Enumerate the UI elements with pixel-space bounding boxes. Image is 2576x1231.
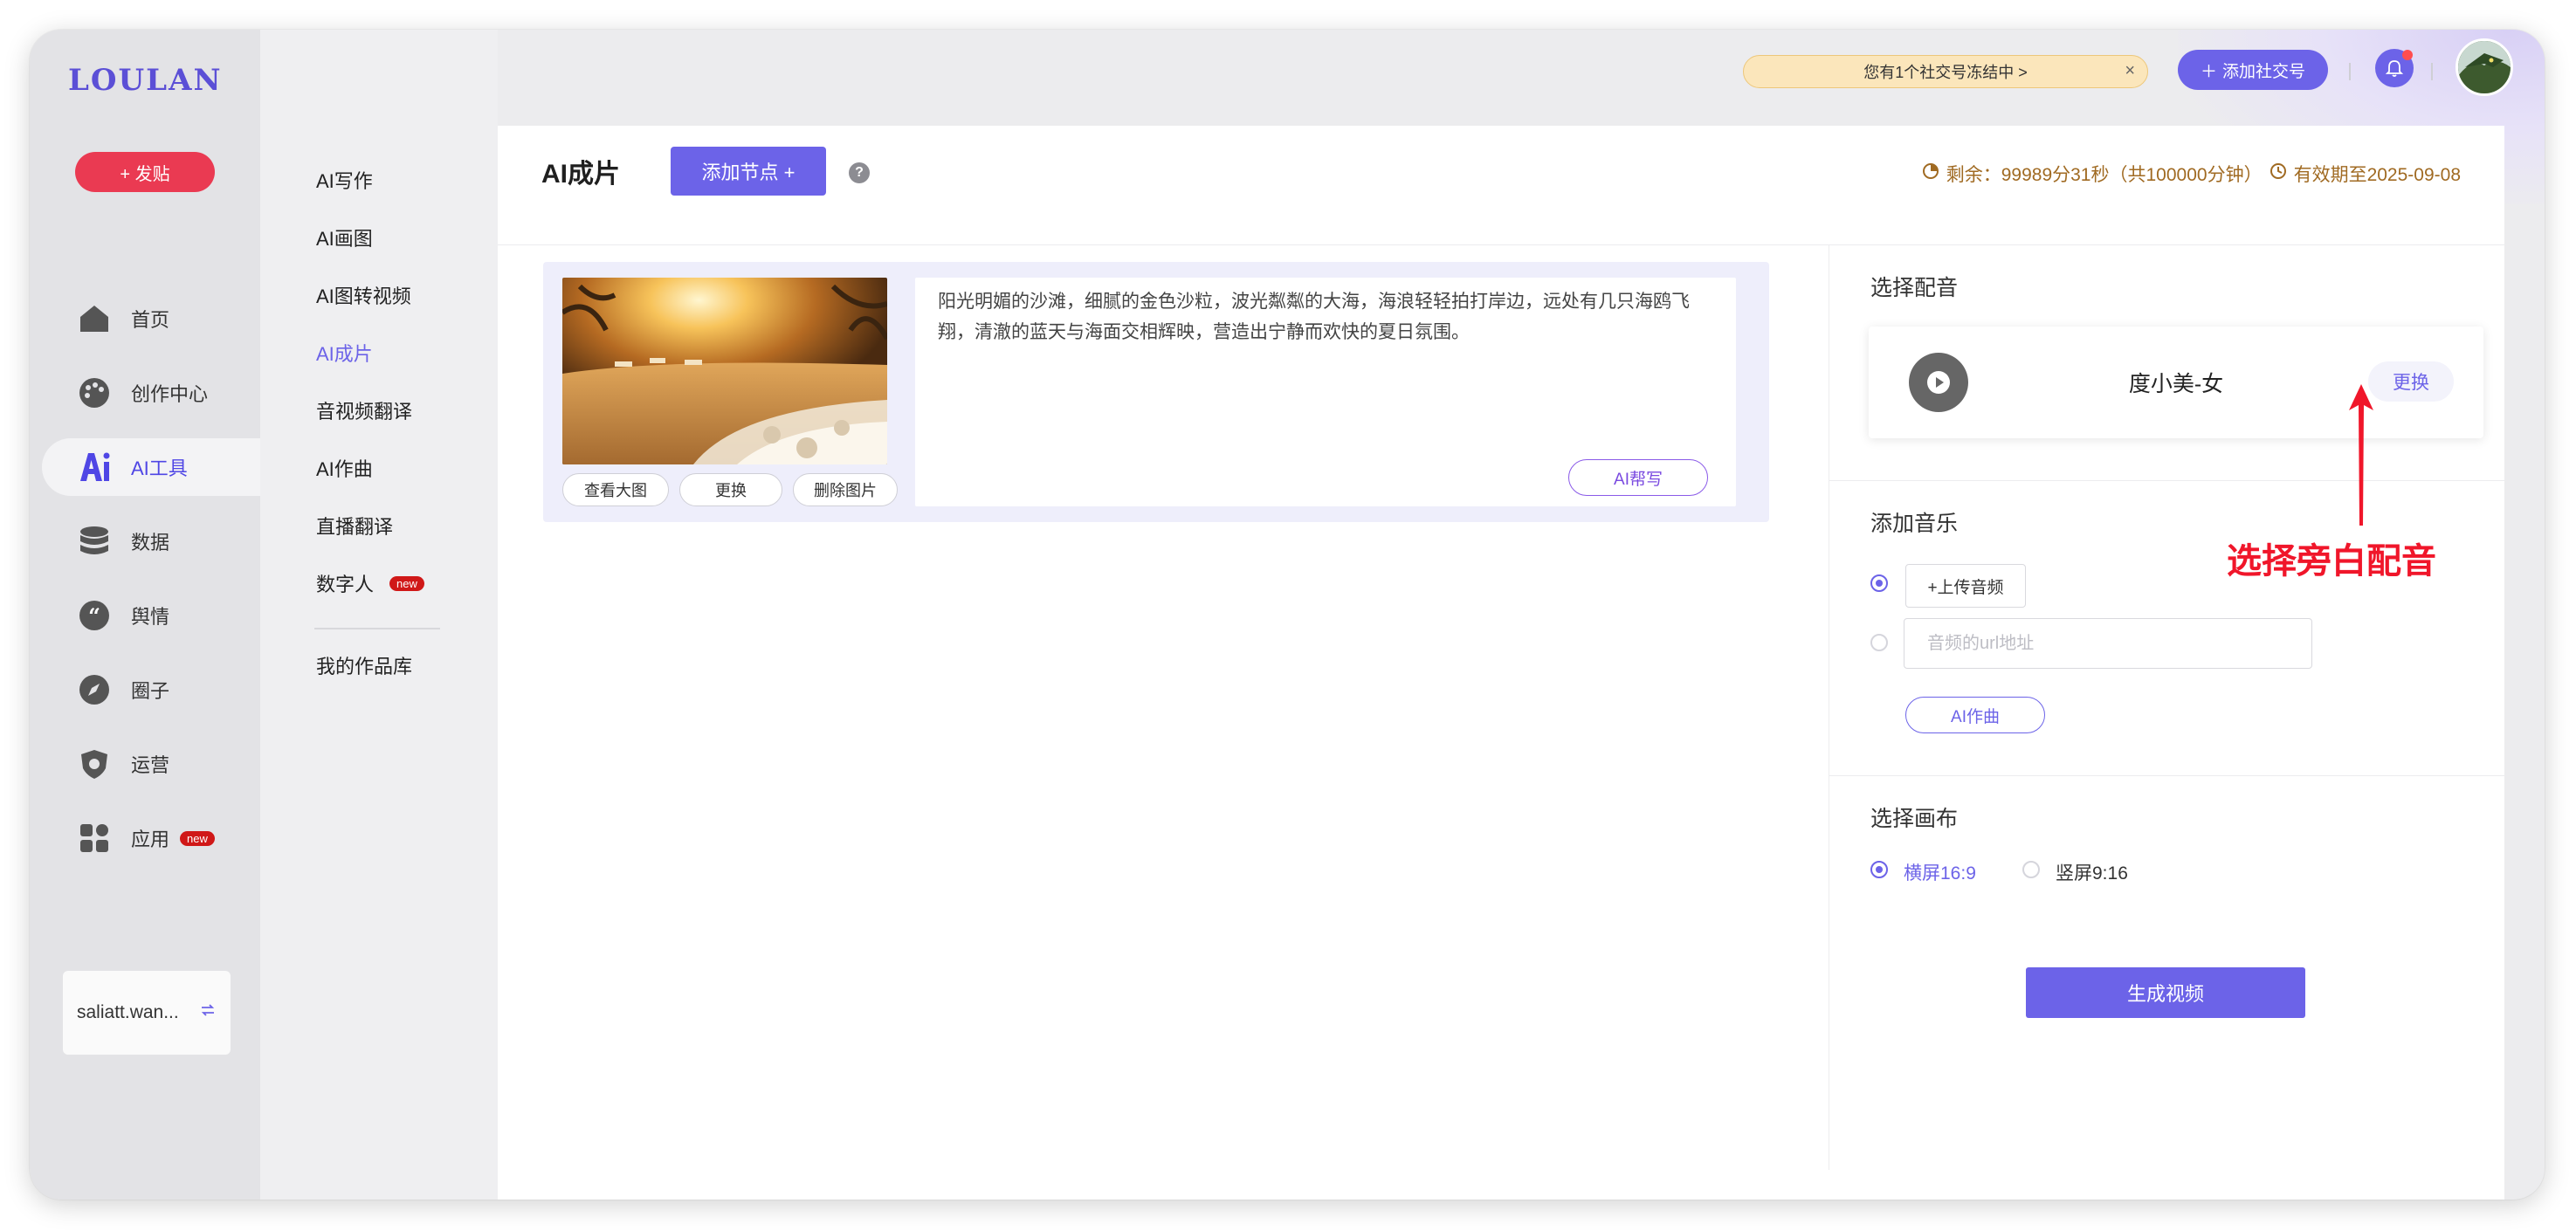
voice-section-title: 选择配音 [1870,276,1959,300]
subnav-av-translation[interactable]: 音视频翻译 [316,396,412,424]
post-button[interactable]: + 发贴 [75,152,215,192]
nav-label: 应用 [131,829,170,850]
subnav-label: 数字人 [316,574,375,595]
page-title: AI成片 [541,160,620,189]
nav-item-operations[interactable]: 运营 [42,735,260,793]
svg-text:“: “ [88,603,100,629]
notice-text: 您有1个社交号冻结中 > [1863,64,2028,81]
plus-icon: ＋ [2200,62,2217,81]
nav-item-data[interactable]: 数据 [42,512,260,570]
app-window: LOULAN + 发贴 首页 创作中心 AI工具 数据 “ 舆情 圈子 运营 应… [30,30,2545,1200]
delete-image-button[interactable]: 删除图片 [793,473,898,506]
generate-video-button[interactable]: 生成视频 [2026,967,2305,1018]
header-divider [498,244,2504,245]
bell-icon[interactable] [2375,49,2414,87]
nav-item-creation-center[interactable]: 创作中心 [42,364,260,422]
nav-label: 首页 [131,309,170,331]
subnav-live-translation[interactable]: 直播翻译 [316,512,393,540]
annotation-label: 选择旁白配音 [2223,529,2440,587]
add-social-account-button[interactable]: ＋ 添加社交号 [2178,50,2328,90]
scene-description[interactable]: 阳光明媚的沙滩，细腻的金色沙粒，波光粼粼的大海，海浪轻轻拍打岸边，远处有几只海鸥… [938,286,1715,347]
subnav-divider [314,628,440,629]
nav-label: 圈子 [131,680,170,702]
shield-icon [77,746,112,781]
database-icon [77,524,112,559]
upload-audio-radio[interactable] [1870,574,1888,592]
compass-icon [77,672,112,707]
close-icon[interactable]: × [2125,61,2135,81]
change-voice-button[interactable]: 更换 [2368,361,2454,402]
ai-icon [77,450,112,485]
nav-item-sentiment[interactable]: “ 舆情 [42,587,260,644]
ai-compose-button[interactable]: AI作曲 [1905,697,2045,733]
nav-item-ai-tools[interactable]: AI工具 [42,438,260,496]
clock-icon [2269,162,2287,185]
quota-remaining: 剩余：99989分31秒（共100000分钟） [1946,165,2263,185]
nav-item-apps[interactable]: 应用 new [42,809,260,867]
nav-label: 运营 [131,754,170,776]
quote-icon: “ [77,598,112,633]
section-divider [1829,775,2504,776]
avatar[interactable] [2455,38,2513,96]
scene-image[interactable] [562,278,887,464]
add-node-button[interactable]: 添加节点 + [671,147,826,196]
divider [2349,63,2351,80]
subnav-digital-human[interactable]: 数字人 new [316,569,424,597]
section-divider [1829,480,2504,481]
subnav-ai-drawing[interactable]: AI画图 [316,224,373,251]
help-icon[interactable]: ? [849,162,870,183]
nav-label: 数据 [131,532,170,554]
switch-icon[interactable] [199,1001,217,1024]
pie-icon [1922,162,1939,185]
audio-url-input[interactable] [1904,618,2312,669]
landscape-radio[interactable] [1870,861,1888,878]
view-large-image-button[interactable]: 查看大图 [562,473,669,506]
subnav-ai-compose[interactable]: AI作曲 [316,454,373,482]
nav-label: 舆情 [131,606,170,628]
audio-url-radio[interactable] [1870,634,1888,651]
expiry-date: 有效期至2025-09-08 [2293,165,2461,185]
app-logo: LOULAN [68,63,223,98]
user-name: saliatt.wan... [77,1002,179,1022]
music-section-title: 添加音乐 [1870,512,1959,536]
replace-image-button[interactable]: 更换 [679,473,782,506]
divider [2431,63,2433,80]
add-social-label: 添加社交号 [2222,62,2306,81]
apps-icon [77,821,112,856]
account-switcher[interactable]: saliatt.wan... [63,971,231,1055]
voice-card: 度小美-女 更换 [1869,327,2483,438]
subnav-ai-writing[interactable]: AI写作 [316,166,373,194]
left-nav: LOULAN + 发贴 首页 创作中心 AI工具 数据 “ 舆情 圈子 运营 应… [30,30,260,1200]
upload-audio-button[interactable]: +上传音频 [1905,564,2026,608]
main-panel: AI成片 添加节点 + ? 剩余：99989分31秒（共100000分钟） 有效… [498,126,2504,1200]
subnav-my-works[interactable]: 我的作品库 [316,651,412,679]
annotation-arrow [2349,384,2373,526]
subnav-ai-film[interactable]: AI成片 [316,339,373,367]
sub-nav: AI写作 AI画图 AI图转视频 AI成片 音视频翻译 AI作曲 直播翻译 数字… [260,30,498,1200]
nav-item-home[interactable]: 首页 [42,290,260,347]
nav-label: 创作中心 [131,383,209,405]
canvas-section-title: 选择画布 [1870,807,1959,831]
film-node-card: 查看大图 更换 删除图片 阳光明媚的沙滩，细腻的金色沙粒，波光粼粼的大海，海浪轻… [543,262,1769,522]
nav-label: AI工具 [131,457,188,479]
subnav-ai-image-to-video[interactable]: AI图转视频 [316,281,411,309]
notification-dot [2402,50,2413,60]
scene-description-box[interactable]: 阳光明媚的沙滩，细腻的金色沙粒，波光粼粼的大海，海浪轻轻拍打岸边，远处有几只海鸥… [915,278,1736,506]
new-badge: new [389,575,424,591]
quota-info: 剩余：99989分31秒（共100000分钟） 有效期至2025-09-08 [1922,161,2461,187]
frozen-account-notice[interactable]: 您有1个社交号冻结中 > × [1743,55,2148,88]
portrait-radio[interactable] [2022,861,2040,878]
portrait-option[interactable]: 竖屏9:16 [2056,859,2128,885]
home-icon [77,301,112,336]
nav-item-circle[interactable]: 圈子 [42,661,260,719]
new-badge: new [180,830,215,846]
ai-write-button[interactable]: AI帮写 [1568,459,1708,496]
landscape-option[interactable]: 横屏16:9 [1904,859,1976,885]
palette-icon [77,375,112,410]
